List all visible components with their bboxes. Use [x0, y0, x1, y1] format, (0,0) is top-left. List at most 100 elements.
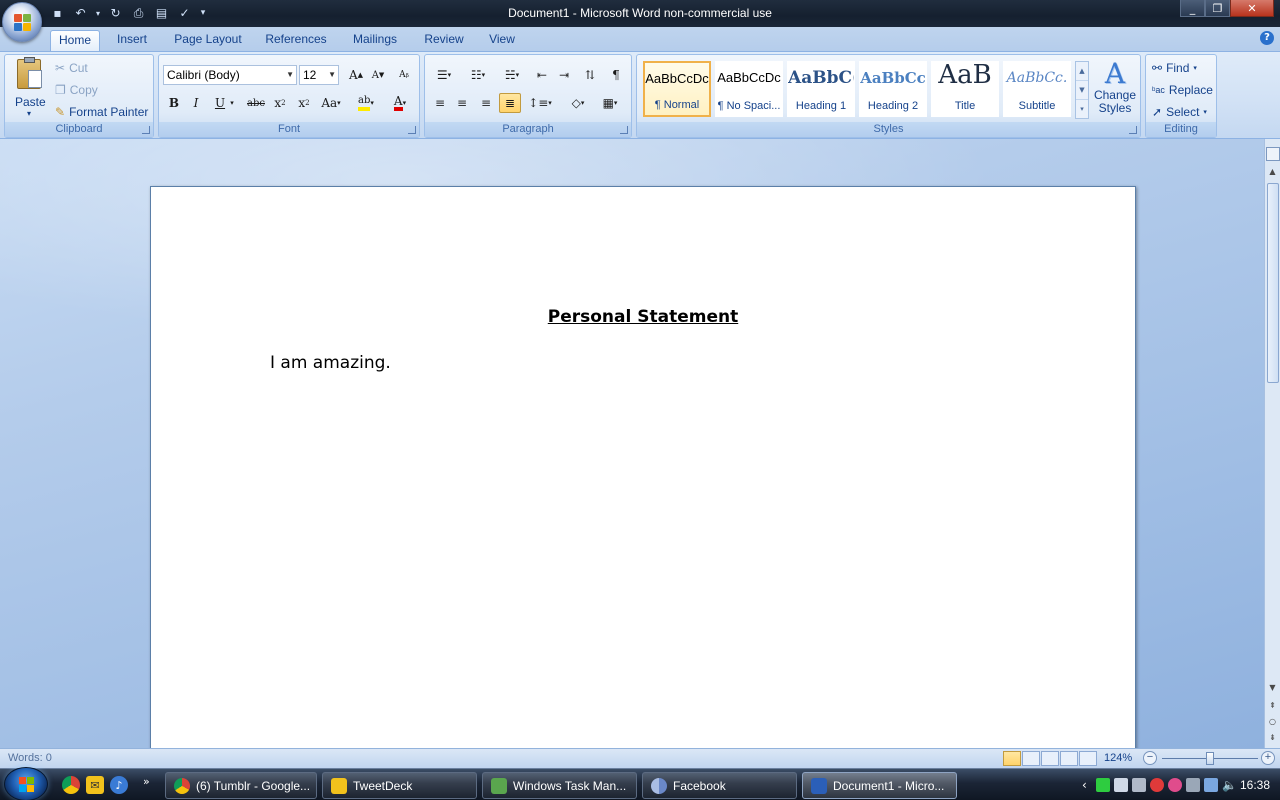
tab-insert[interactable]: Insert — [110, 30, 154, 51]
numbering-icon[interactable]: ☷ ▾ — [463, 65, 493, 85]
paragraph-launcher-icon[interactable] — [620, 126, 628, 134]
clear-formatting-icon[interactable]: Aᵦ — [393, 65, 415, 85]
zoom-in-icon[interactable]: + — [1261, 751, 1275, 765]
tab-view[interactable]: View — [484, 30, 520, 51]
font-launcher-icon[interactable] — [408, 126, 416, 134]
font-color-icon[interactable]: A ▾ — [385, 93, 415, 113]
select-browse-object-icon[interactable]: ○ — [1265, 715, 1280, 729]
network-icon[interactable] — [1204, 778, 1218, 792]
subscript-icon[interactable]: x2 — [269, 93, 291, 113]
close-button[interactable]: ✕ — [1230, 0, 1274, 17]
italic-icon[interactable]: I — [185, 93, 207, 113]
grow-font-icon[interactable]: A ▲ — [345, 65, 367, 85]
mail-icon[interactable]: ✉ — [86, 776, 104, 794]
tab-review[interactable]: Review — [419, 30, 469, 51]
view-ruler-icon[interactable] — [1266, 147, 1280, 161]
zoom-out-icon[interactable]: − — [1143, 751, 1157, 765]
tab-page-layout[interactable]: Page Layout — [170, 30, 246, 51]
clipboard-launcher-icon[interactable] — [142, 126, 150, 134]
help-icon[interactable]: ? — [1260, 31, 1274, 45]
copy-button[interactable]: ❐ Copy — [55, 83, 98, 97]
pink-app-icon[interactable] — [1168, 778, 1182, 792]
show-formatting-marks-icon[interactable]: ¶ — [605, 65, 627, 85]
decrease-indent-icon[interactable]: ⇤ — [531, 65, 553, 85]
task-facebook[interactable]: Facebook — [642, 772, 797, 799]
show-hidden-icons-icon[interactable]: ‹ — [1082, 778, 1092, 792]
scroll-up-icon[interactable]: ▲ — [1265, 165, 1280, 179]
chrome-icon[interactable] — [62, 776, 80, 794]
task-tweetdeck[interactable]: TweetDeck — [322, 772, 477, 799]
align-right-icon[interactable]: ≡ — [475, 93, 497, 113]
zoom-level[interactable]: 124% — [1104, 752, 1132, 764]
gallery-up-icon[interactable]: ▲ — [1076, 62, 1088, 81]
style-normal[interactable]: AaBbCcDc ¶ Normal — [643, 61, 711, 117]
style-heading-2[interactable]: AaBbCc Heading 2 — [859, 61, 927, 117]
zoom-slider-thumb[interactable] — [1206, 752, 1214, 765]
bold-icon[interactable]: B — [163, 93, 185, 113]
next-page-icon[interactable]: ⇟ — [1265, 731, 1280, 745]
shading-icon[interactable]: ◇ ▾ — [563, 93, 593, 113]
office-button[interactable] — [2, 2, 42, 42]
draft-view-icon[interactable] — [1079, 751, 1097, 766]
scroll-down-icon[interactable]: ▼ — [1265, 681, 1280, 695]
task-word-document[interactable]: Document1 - Micro... — [802, 772, 957, 799]
increase-indent-icon[interactable]: ⇥ — [553, 65, 575, 85]
media-player-icon[interactable]: ♪ — [110, 776, 128, 794]
minimize-button[interactable]: _ — [1180, 0, 1205, 17]
font-size-combo[interactable]: 12 ▼ — [299, 65, 339, 85]
styles-gallery-scroll[interactable]: ▲ ▼ ▾ — [1075, 61, 1089, 119]
underline-dropdown-icon[interactable]: ▾ — [227, 93, 237, 113]
tab-references[interactable]: References — [260, 30, 332, 51]
justify-icon[interactable]: ≣ — [499, 93, 521, 113]
tab-home[interactable]: Home — [50, 30, 100, 51]
replace-button[interactable]: ᵇac Replace — [1152, 83, 1213, 97]
red-app-icon[interactable] — [1150, 778, 1164, 792]
word-count[interactable]: Words: 0 — [8, 752, 52, 764]
clock[interactable]: 16:38 — [1240, 778, 1270, 792]
full-screen-reading-view-icon[interactable] — [1022, 751, 1040, 766]
maximize-button[interactable]: ❐ — [1205, 0, 1230, 17]
task-task-manager[interactable]: Windows Task Man... — [482, 772, 637, 799]
style-heading-1[interactable]: AaBbC( Heading 1 — [787, 61, 855, 117]
scroll-thumb[interactable] — [1267, 183, 1279, 383]
device-icon[interactable] — [1186, 778, 1200, 792]
align-center-icon[interactable]: ≡ — [451, 93, 473, 113]
align-left-icon[interactable]: ≡ — [429, 93, 451, 113]
vertical-scrollbar[interactable]: ▲ ▼ ⇞ ○ ⇟ — [1264, 139, 1280, 748]
outline-view-icon[interactable] — [1060, 751, 1078, 766]
tab-mailings[interactable]: Mailings — [346, 30, 404, 51]
document-body-text[interactable]: I am amazing. — [270, 353, 391, 373]
bullets-icon[interactable]: ☰ ▾ — [429, 65, 459, 85]
cut-button[interactable]: ✂ Cut — [55, 61, 88, 75]
change-styles-button[interactable]: A Change Styles — [1093, 59, 1137, 121]
quick-launch-more-icon[interactable]: » — [143, 775, 150, 788]
document-page[interactable]: Personal Statement I am amazing. — [150, 186, 1136, 748]
strikethrough-icon[interactable]: abc — [245, 93, 267, 113]
green-status-icon[interactable] — [1096, 778, 1110, 792]
web-layout-view-icon[interactable] — [1041, 751, 1059, 766]
find-button[interactable]: ⚯ Find ▾ — [1152, 61, 1197, 75]
volume-icon[interactable]: 🔈 — [1222, 778, 1237, 792]
sort-icon[interactable]: ⇅ — [579, 65, 601, 85]
gallery-more-icon[interactable]: ▾ — [1076, 100, 1088, 119]
previous-page-icon[interactable]: ⇞ — [1265, 699, 1280, 713]
styles-launcher-icon[interactable] — [1129, 126, 1137, 134]
style-no-spacing[interactable]: AaBbCcDc ¶ No Spaci... — [715, 61, 783, 117]
paste-button[interactable]: Paste ▾ — [9, 57, 49, 119]
change-case-icon[interactable]: Aa ▾ — [317, 93, 345, 113]
shrink-font-icon[interactable]: A ▼ — [367, 65, 389, 85]
font-name-combo[interactable]: Calibri (Body) ▼ — [163, 65, 297, 85]
format-painter-button[interactable]: ✎ Format Painter — [55, 105, 148, 119]
style-subtitle[interactable]: AaBbCc. Subtitle — [1003, 61, 1071, 117]
line-spacing-icon[interactable]: ↕≡ ▾ — [525, 93, 555, 113]
gallery-down-icon[interactable]: ▼ — [1076, 81, 1088, 100]
borders-icon[interactable]: ▦ ▾ — [595, 93, 625, 113]
style-title[interactable]: AaB Title — [931, 60, 999, 117]
multilevel-list-icon[interactable]: ☵ ▾ — [497, 65, 527, 85]
start-button[interactable] — [4, 767, 48, 800]
document-heading[interactable]: Personal Statement — [151, 307, 1135, 327]
superscript-icon[interactable]: x2 — [293, 93, 315, 113]
task-tumblr[interactable]: (6) Tumblr - Google... — [165, 772, 317, 799]
display-icon[interactable] — [1114, 778, 1128, 792]
print-layout-view-icon[interactable] — [1003, 751, 1021, 766]
